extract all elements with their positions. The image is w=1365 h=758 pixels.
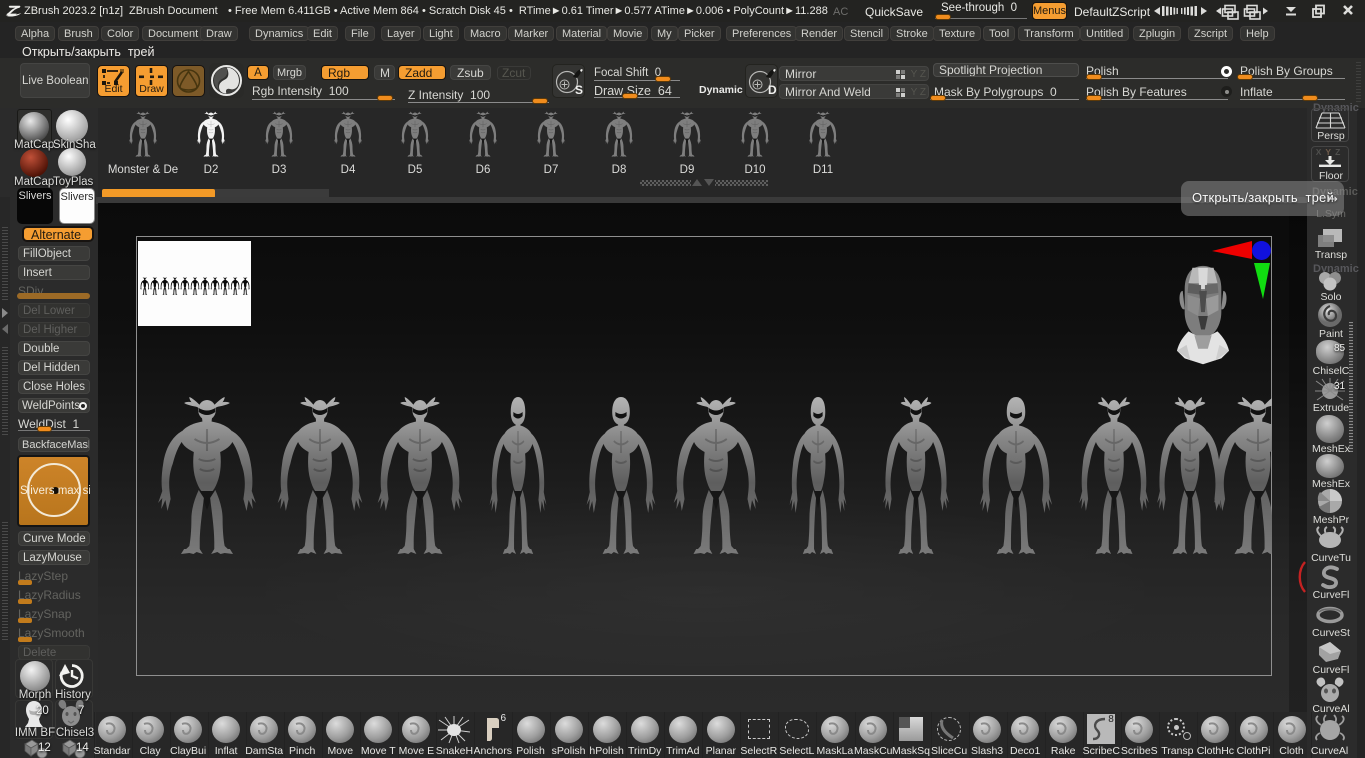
svg-text:S: S — [575, 83, 583, 97]
svg-text:D: D — [768, 83, 777, 97]
